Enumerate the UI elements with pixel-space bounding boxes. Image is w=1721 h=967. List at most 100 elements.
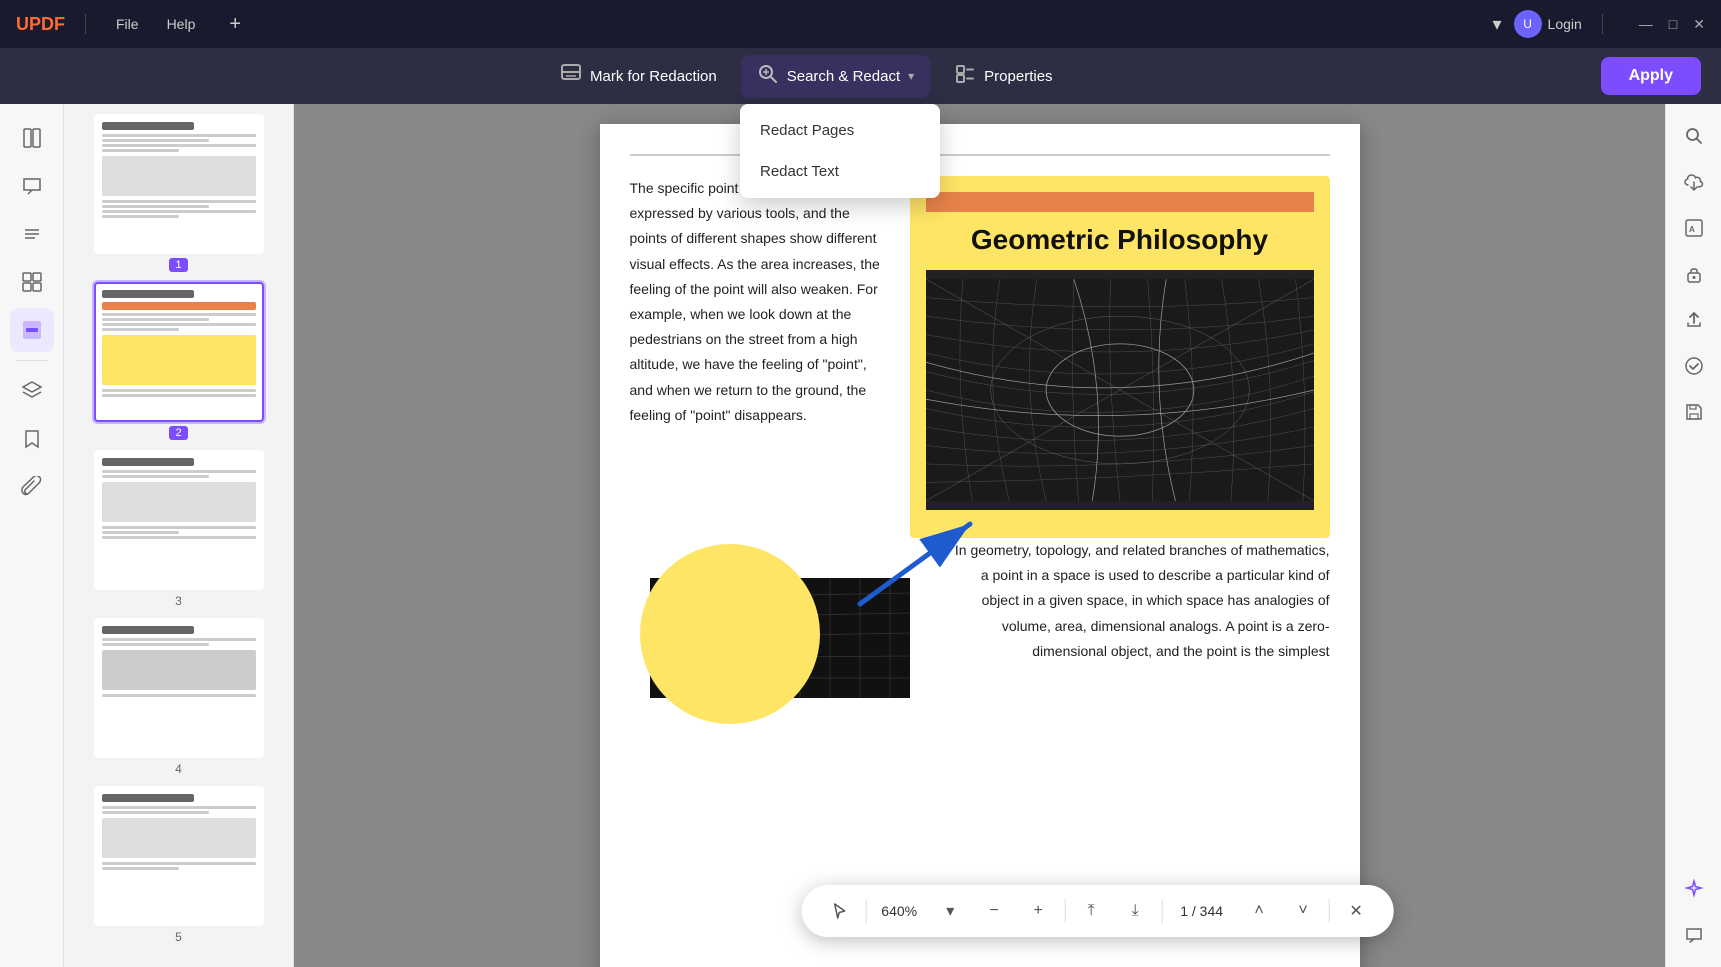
maximize-button[interactable]: □ [1669,16,1677,33]
search-redact-chevron: ▾ [908,69,914,83]
thumbnail-page-2[interactable]: 2 [74,282,283,440]
minimize-button[interactable]: — [1639,16,1653,33]
thumbnail-page-1[interactable]: 1 [74,114,283,272]
properties-label: Properties [984,68,1052,85]
logo-text: UPDF [16,14,65,35]
body-text: The specific point of the image can be e… [630,176,890,428]
bottom-text: In geometry, topology, and related branc… [950,538,1330,664]
page-left-col: The specific point of the image can be e… [630,176,890,538]
pdfa-right-icon[interactable]: A [1674,208,1714,248]
mark-redaction-icon [560,63,582,90]
bookmark-icon[interactable] [10,417,54,461]
comment-icon[interactable] [10,164,54,208]
redact-sidebar-icon[interactable] [10,308,54,352]
pdf-orange-bar [926,192,1314,212]
thumbnail-5-preview [94,786,264,926]
save-right-icon[interactable] [1674,392,1714,432]
zoom-level-display: 640% [874,903,924,919]
search-and-redact-button[interactable]: Search & Redact ▾ [741,55,930,98]
main-area: 1 2 [0,104,1721,967]
thumbnail-page-4[interactable]: 4 [74,618,283,776]
page-down-button[interactable]: ˅ [1285,893,1321,929]
sidebar-left [0,104,64,967]
page-two-col: The specific point of the image can be e… [630,176,1330,538]
menu-file[interactable]: File [106,12,149,36]
titlebar-separator [85,14,86,34]
bottom-sep-4 [1329,899,1330,923]
window-controls: — □ ✕ [1639,16,1705,33]
apply-button[interactable]: Apply [1601,57,1701,95]
yellow-circle [640,544,820,724]
thumbnail-2-preview [94,282,264,422]
cursor-tool-button[interactable] [821,893,857,929]
close-button[interactable]: ✕ [1693,16,1705,33]
thumbnail-4-preview [94,618,264,758]
edit-text-icon[interactable] [10,212,54,256]
page-number-2: 2 [169,426,187,440]
search-redact-icon [757,63,779,90]
chat-right-icon[interactable] [1674,915,1714,955]
menu-help[interactable]: Help [157,12,206,36]
user-login-button[interactable]: U Login [1514,10,1582,38]
checkmark-right-icon[interactable] [1674,346,1714,386]
pdf-mesh-image [926,270,1314,510]
zoom-out-button[interactable]: − [976,893,1012,929]
search-redact-label: Search & Redact [787,68,900,85]
pdf-title: Geometric Philosophy [926,224,1314,256]
redact-pages-item[interactable]: Redact Pages [740,110,940,151]
bottom-section: In geometry, topology, and related branc… [630,518,1330,664]
bottom-toolbar: 640% ▾ − + ⤒ ⤓ 1 / 344 ˄ ˅ ✕ [801,885,1394,937]
search-redact-dropdown: Redact Pages Redact Text [740,104,940,198]
ai-sparkle-icon[interactable] [1674,869,1714,909]
thumbnail-panel: 1 2 [64,104,294,967]
toolbar: Mark for Redaction Search & Redact ▾ Pro… [0,48,1721,104]
titlebar-actions: ▾ U Login [1492,10,1581,38]
thumbnail-page-3[interactable]: 3 [74,450,283,608]
zoom-in-button[interactable]: + [1020,893,1056,929]
pdf-page: The specific point of the image can be e… [600,124,1360,967]
page-number-1: 1 [169,258,187,272]
sidebar-right: A [1665,104,1721,967]
page-number-5: 5 [175,930,182,944]
mark-for-redaction-label: Mark for Redaction [590,68,717,85]
titlebar-dropdown-button[interactable]: ▾ [1492,14,1501,35]
zoom-dropdown-button[interactable]: ▾ [932,893,968,929]
mark-for-redaction-button[interactable]: Mark for Redaction [544,55,733,98]
page-right-col: Geometric Philosophy [910,176,1330,538]
pdf-yellow-box: Geometric Philosophy [910,176,1330,538]
close-bottom-bar-button[interactable]: ✕ [1338,893,1374,929]
svg-text:A: A [1689,225,1695,234]
paperclip-icon[interactable] [10,465,54,509]
search-right-icon[interactable] [1674,116,1714,156]
read-mode-icon[interactable] [10,116,54,160]
titlebar-separator2 [1602,14,1603,34]
cloud-save-icon[interactable] [1674,162,1714,202]
user-label: Login [1548,16,1582,32]
bottom-sep-1 [865,899,866,923]
layers-icon[interactable] [10,369,54,413]
thumbnail-3-preview [94,450,264,590]
page-current: 1 / 344 [1170,903,1233,919]
bottom-sep-2 [1064,899,1065,923]
redact-text-item[interactable]: Redact Text [740,151,940,192]
page-number-4: 4 [175,762,182,776]
lock-right-icon[interactable] [1674,254,1714,294]
properties-icon [954,63,976,90]
page-number-3: 3 [175,594,182,608]
add-tab-button[interactable]: + [221,11,249,38]
page-top-divider [630,154,1330,156]
properties-button[interactable]: Properties [938,55,1068,98]
pdf-canvas: The specific point of the image can be e… [294,104,1665,967]
page-up-button[interactable]: ˄ [1241,893,1277,929]
organize-pages-icon[interactable] [10,260,54,304]
thumbnail-1-preview [94,114,264,254]
fit-bottom-button[interactable]: ⤓ [1117,893,1153,929]
app-logo: UPDF [16,14,65,35]
mesh-svg [926,270,1314,510]
fit-top-button[interactable]: ⤒ [1073,893,1109,929]
sidebar-separator [16,360,48,361]
bottom-sep-3 [1161,899,1162,923]
user-avatar: U [1514,10,1542,38]
share-right-icon[interactable] [1674,300,1714,340]
thumbnail-page-5[interactable]: 5 [74,786,283,944]
